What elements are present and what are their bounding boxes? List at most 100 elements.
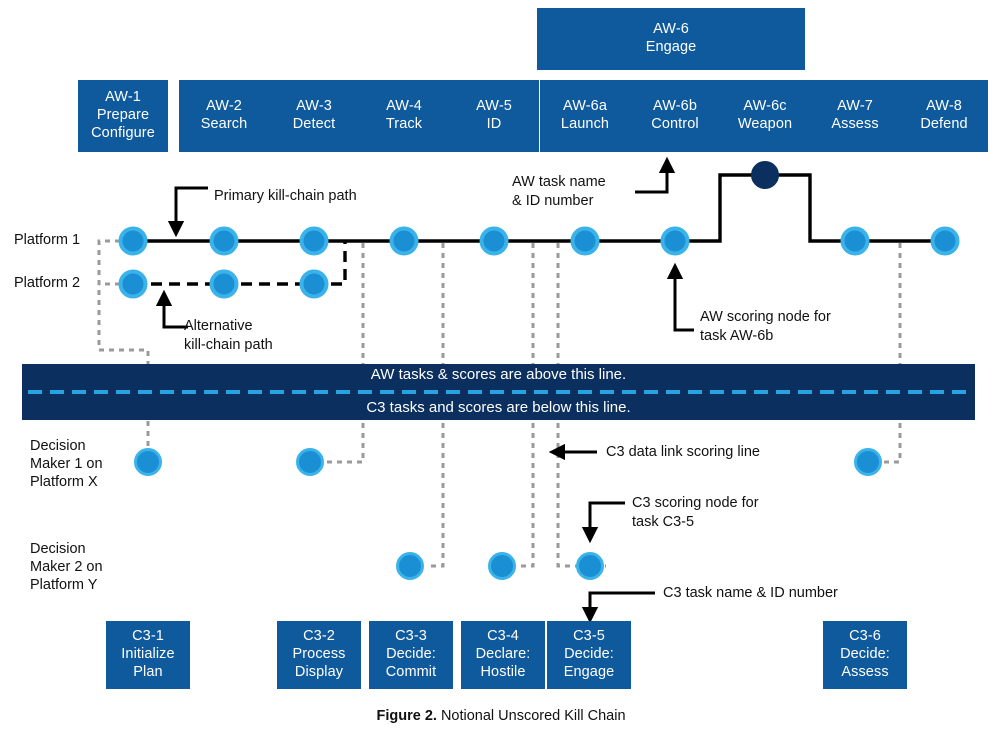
node-c3-5-dm2[interactable]	[576, 552, 604, 580]
c3-task-id: C3-4	[487, 628, 519, 645]
row-label-decision-maker-1: Decision Maker 1 on Platform X	[30, 438, 103, 492]
aw-task-id: AW-4	[386, 98, 422, 115]
aw-task-name: ID	[486, 116, 502, 132]
figure-caption-text: Notional Unscored Kill Chain	[436, 708, 626, 724]
dm2-label-line-3: Platform Y	[30, 576, 98, 593]
aw-task-name: Weapon	[737, 116, 793, 132]
node-aw-1-p1[interactable]	[118, 226, 148, 256]
c3-scoring-line-2: task C3-5	[632, 513, 695, 530]
node-aw-3-p2[interactable]	[299, 269, 329, 299]
aw-group-box-aw-6[interactable]: AW-6 Engage	[537, 8, 805, 70]
aw-task-name-line-1: AW task name	[512, 174, 606, 190]
kill-chain-figure: AW-6 Engage AW-1 Prepare Configure AW-2 …	[0, 0, 1002, 734]
leader-aw-scoring-node	[666, 262, 694, 332]
aw-task-box-aw-3[interactable]: AW-3 Detect	[269, 80, 359, 152]
c3-dm1-nodes	[134, 448, 882, 476]
leader-c3-scoring-node	[581, 501, 625, 544]
leader-primary-path	[167, 186, 208, 238]
c3-task-name-2: Assess	[841, 663, 889, 680]
leader-c3-task-name	[581, 591, 655, 624]
annotation-primary-kill-chain-path: Primary kill-chain path	[214, 188, 357, 204]
aw-task-name: Defend	[920, 116, 968, 132]
c3-task-box-c3-3[interactable]: C3-3 Decide: Commit	[369, 621, 453, 689]
row-label-decision-maker-2: Decision Maker 2 on Platform Y	[30, 541, 103, 595]
aw-task-id: AW-2	[206, 98, 242, 115]
c3-task-name: Declare:	[475, 646, 531, 663]
node-aw-2-p1[interactable]	[209, 226, 239, 256]
aw-task-box-aw-2[interactable]: AW-2 Search	[179, 80, 269, 152]
aw-task-box-aw-4[interactable]: AW-4 Track	[359, 80, 449, 152]
node-c3-3-dm2[interactable]	[396, 552, 424, 580]
node-c3-4-dm2[interactable]	[488, 552, 516, 580]
c3-scoring-line-1: C3 scoring node for	[632, 495, 759, 511]
aw-task-box-aw-5[interactable]: AW-5 ID	[449, 80, 539, 152]
aw-task-name-line-2: & ID number	[512, 192, 594, 209]
band-text-below: C3 tasks and scores are below this line.	[366, 398, 631, 416]
c3-task-box-c3-6[interactable]: C3-6 Decide: Assess	[823, 621, 907, 689]
annotation-alternative-kill-chain-path: Alternative kill-chain path	[184, 317, 273, 355]
annotation-aw-task-name: AW task name & ID number	[512, 173, 606, 211]
aw-task-id: AW-6b	[652, 98, 697, 115]
aw-task-name: Control	[651, 116, 699, 132]
c3-task-name-2: Engage	[563, 663, 615, 680]
node-c3-6-dm1[interactable]	[854, 448, 882, 476]
band-divider-dashed-line	[28, 390, 969, 394]
leader-aw-task-name	[635, 156, 676, 194]
c3-task-box-c3-2[interactable]: C3-2 Process Display	[277, 621, 361, 689]
c3-task-name-2: Display	[294, 663, 344, 680]
node-c3-1-dm1[interactable]	[134, 448, 162, 476]
annotation-c3-task-name: C3 task name & ID number	[663, 585, 838, 601]
node-aw-5-p1[interactable]	[479, 226, 509, 256]
alt-path-line-1: Alternative	[184, 318, 253, 334]
aw-task-box-aw-6c[interactable]: AW-6c Weapon	[720, 80, 810, 152]
aw-task-name: Assess	[831, 116, 879, 132]
node-c3-2-dm1[interactable]	[296, 448, 324, 476]
c3-task-name: Decide:	[564, 646, 614, 663]
aw-task-name: Launch	[560, 116, 610, 132]
c3-task-box-c3-5[interactable]: C3-5 Decide: Engage	[547, 621, 631, 689]
aw-task-box-aw-7[interactable]: AW-7 Assess	[810, 80, 900, 152]
row-label-platform-1: Platform 1	[14, 232, 81, 248]
aw-task-box-aw-8[interactable]: AW-8 Defend	[900, 80, 988, 152]
aw-task-id: AW-6c	[743, 98, 787, 115]
aw-task-name: Track	[385, 116, 423, 132]
c3-task-name: Decide:	[386, 646, 436, 663]
c3-task-id: C3-5	[573, 628, 605, 645]
node-aw-3-p1[interactable]	[299, 226, 329, 256]
aw-task-id: AW-8	[926, 98, 962, 115]
aw-task-name: Search	[200, 116, 248, 132]
dm2-label-line-2: Maker 2 on	[30, 558, 103, 575]
annotation-c3-data-link-scoring-line: C3 data link scoring line	[606, 444, 760, 460]
aw-task-id: AW-5	[476, 98, 512, 115]
dm1-label-line-3: Platform X	[30, 473, 98, 490]
aw-task-id: AW-7	[837, 98, 873, 115]
node-aw-6b-p1[interactable]	[660, 226, 690, 256]
node-aw-8-p1[interactable]	[930, 226, 960, 256]
figure-caption: Figure 2. Notional Unscored Kill Chain	[0, 708, 1002, 724]
aw-task-box-aw-6b[interactable]: AW-6b Control	[630, 80, 720, 152]
node-aw-2-p2[interactable]	[209, 269, 239, 299]
alt-path-line-2: kill-chain path	[184, 336, 273, 353]
c3-task-id: C3-2	[303, 628, 335, 645]
aw-group-box-name: Engage	[645, 39, 697, 55]
aw-group-box-id: AW-6	[653, 21, 689, 38]
aw-task-box-aw-6a[interactable]: AW-6a Launch	[540, 80, 630, 152]
node-aw-6c-elevated[interactable]	[751, 161, 779, 189]
aw-task-box-aw-1[interactable]: AW-1 Prepare Configure	[78, 80, 168, 152]
aw-c3-divider-band: AW tasks & scores are above this line. C…	[22, 364, 975, 420]
node-aw-7-p1[interactable]	[840, 226, 870, 256]
aw-task-name: Detect	[292, 116, 336, 132]
c3-task-name: Process	[292, 646, 346, 663]
c3-task-name-2: Plan	[133, 663, 163, 680]
c3-task-box-c3-4[interactable]: C3-4 Declare: Hostile	[461, 621, 545, 689]
annotation-c3-scoring-node: C3 scoring node for task C3-5	[632, 494, 759, 532]
aw-task-id: AW-3	[296, 98, 332, 115]
band-text-above: AW tasks & scores are above this line.	[370, 366, 627, 383]
c3-task-name: Initialize	[121, 646, 175, 663]
c3-task-box-c3-1[interactable]: C3-1 Initialize Plan	[106, 621, 190, 689]
node-aw-1-p2[interactable]	[118, 269, 148, 299]
node-aw-4-p1[interactable]	[389, 226, 419, 256]
aw-task-name-2: Configure	[91, 124, 155, 141]
node-aw-6a-p1[interactable]	[570, 226, 600, 256]
c3-task-name-2: Commit	[385, 663, 437, 680]
